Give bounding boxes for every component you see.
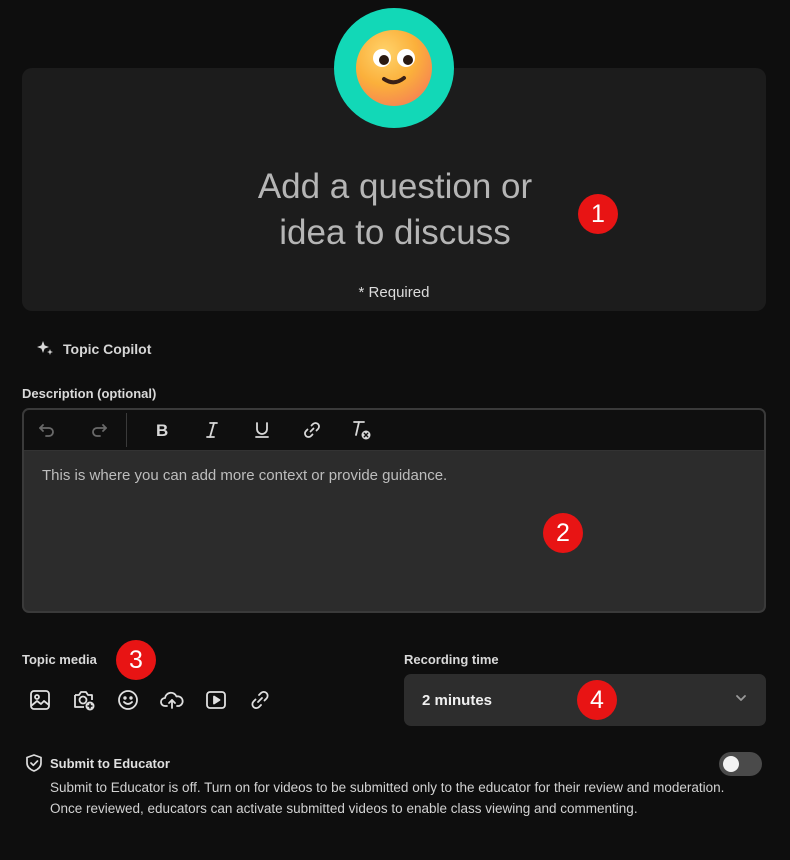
underline-icon[interactable]: [247, 415, 277, 445]
svg-text:B: B: [156, 421, 168, 440]
shield-check-icon: [24, 753, 44, 778]
upload-cloud-icon[interactable]: [158, 686, 186, 714]
question-line-2: idea to discuss: [279, 213, 511, 252]
annotation-badge-2: 2: [543, 513, 583, 553]
annotation-badge-4: 4: [577, 680, 617, 720]
image-icon[interactable]: [26, 686, 54, 714]
link-icon[interactable]: [297, 415, 327, 445]
description-placeholder: This is where you can add more context o…: [42, 467, 448, 484]
required-note: * Required: [358, 284, 430, 301]
annotation-badge-3: 3: [116, 640, 156, 680]
toggle-knob: [723, 756, 739, 772]
italic-icon[interactable]: [197, 415, 227, 445]
media-link-icon[interactable]: [246, 686, 274, 714]
question-line-1: Add a question or: [257, 167, 533, 206]
submit-to-educator-title: Submit to Educator: [50, 756, 170, 771]
recording-time-label: Recording time: [404, 652, 499, 667]
topic-media-buttons: [26, 686, 274, 714]
smiling-emoji-icon: [356, 30, 432, 106]
sparkle-icon: [36, 339, 54, 360]
bold-icon[interactable]: B: [147, 415, 177, 445]
topic-avatar[interactable]: [334, 8, 454, 128]
topic-copilot-button[interactable]: Topic Copilot: [36, 338, 151, 360]
clear-format-icon[interactable]: [347, 415, 377, 445]
annotation-badge-1: 1: [578, 194, 618, 234]
undo-icon[interactable]: [32, 415, 62, 445]
video-play-icon[interactable]: [202, 686, 230, 714]
topic-media-label: Topic media: [22, 652, 97, 667]
recording-time-value: 2 minutes: [422, 691, 493, 709]
question-input[interactable]: Add a question or idea to discuss: [0, 164, 790, 256]
redo-icon[interactable]: [84, 415, 114, 445]
description-label: Description (optional): [22, 386, 157, 401]
toolbar-divider: [126, 413, 127, 447]
editor-toolbar: B: [24, 410, 764, 451]
topic-copilot-label: Topic Copilot: [63, 341, 152, 357]
chevron-down-icon: [734, 691, 748, 709]
camera-add-icon[interactable]: [70, 686, 98, 714]
description-input[interactable]: This is where you can add more context o…: [24, 451, 764, 500]
description-editor: B This is where you can add more context…: [22, 408, 766, 613]
submit-to-educator-toggle[interactable]: [719, 752, 762, 776]
emoji-icon[interactable]: [114, 686, 142, 714]
submit-to-educator-description: Submit to Educator is off. Turn on for v…: [50, 780, 725, 816]
